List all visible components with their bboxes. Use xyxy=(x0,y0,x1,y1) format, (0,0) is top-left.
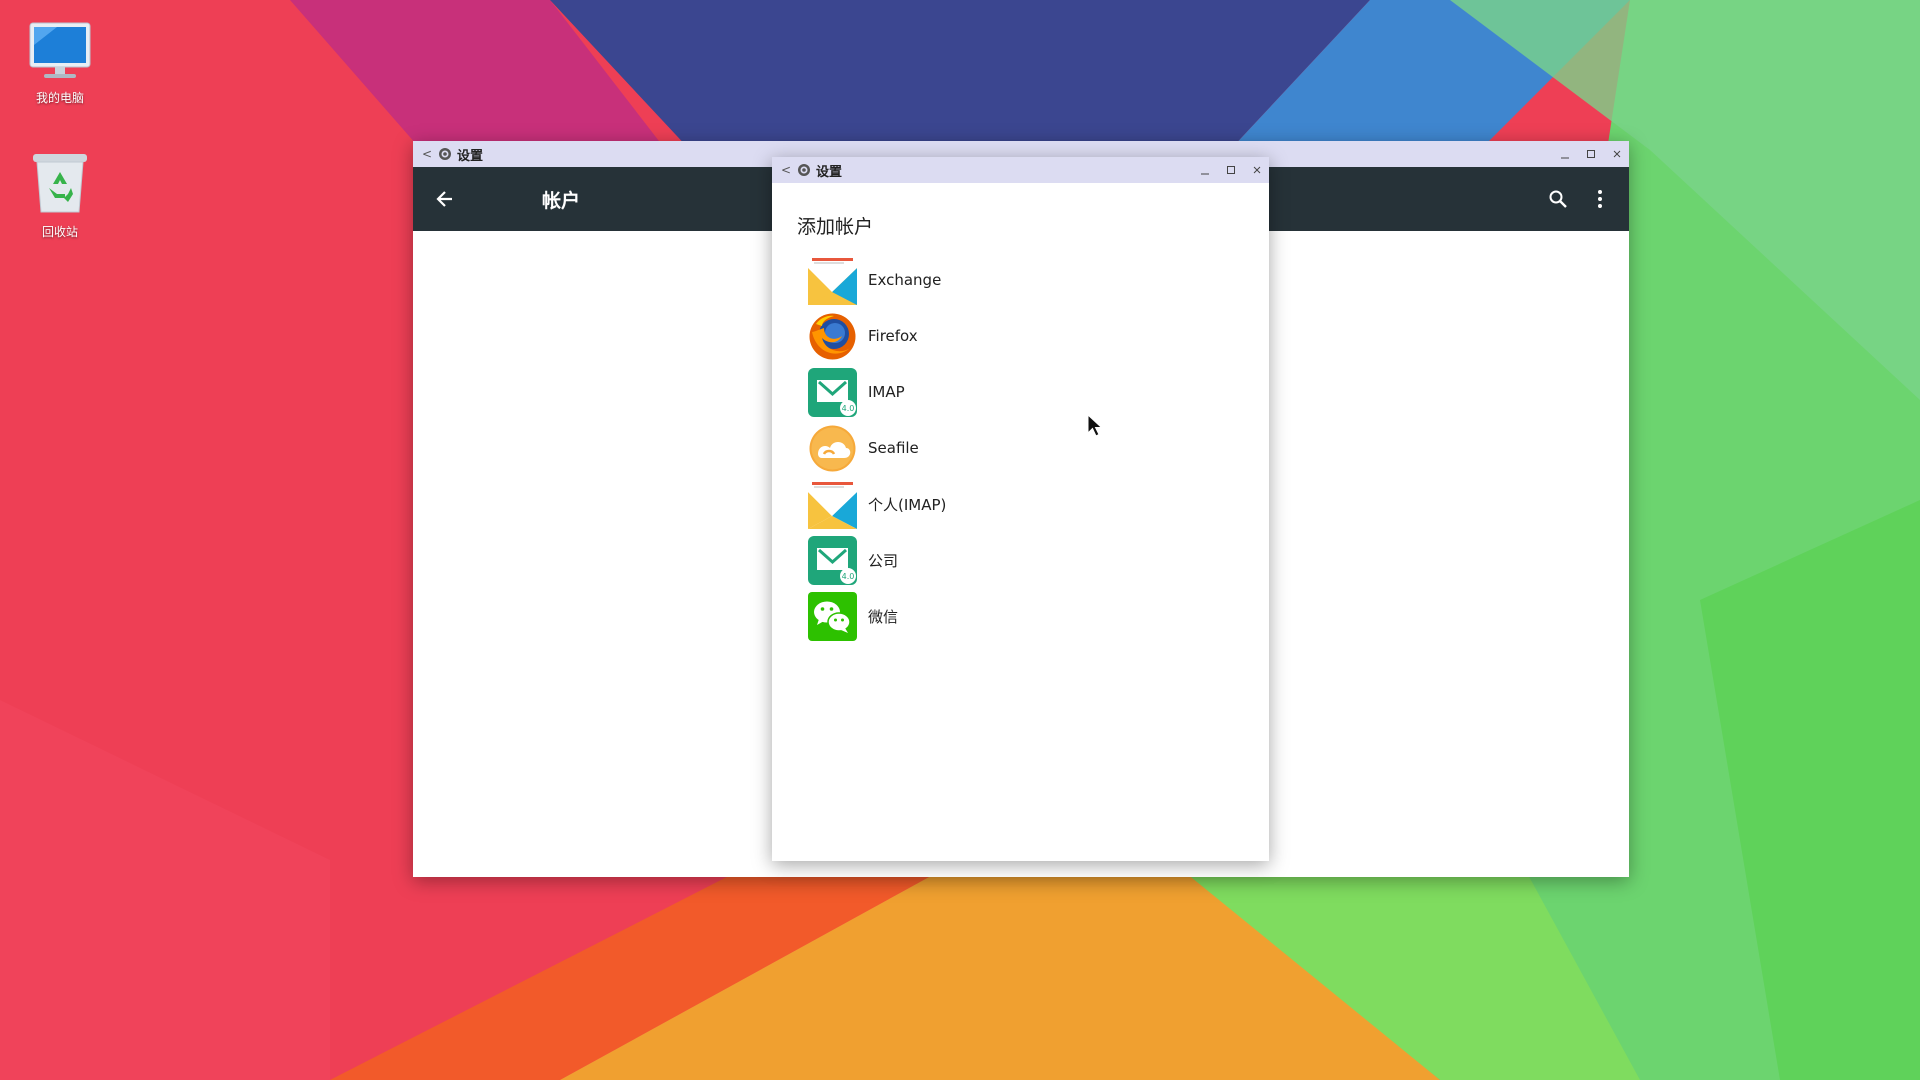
seafile-icon xyxy=(809,425,856,471)
account-item-exchange[interactable]: Exchange xyxy=(808,252,1248,308)
account-name: Seafile xyxy=(868,439,919,457)
titlebar-back-icon[interactable]: < xyxy=(776,163,796,177)
close-button[interactable] xyxy=(1611,148,1623,160)
desktop-icon-recycle-bin[interactable]: 回收站 xyxy=(10,150,110,240)
account-item-imap[interactable]: 4.0 IMAP xyxy=(808,364,1248,420)
search-icon[interactable] xyxy=(1541,182,1575,216)
account-item-wechat[interactable]: 微信 xyxy=(808,588,1248,644)
settings-gear-icon xyxy=(437,146,453,162)
account-name: 公司 xyxy=(868,551,899,570)
titlebar-back-icon[interactable]: < xyxy=(417,147,437,161)
computer-icon xyxy=(29,22,91,78)
add-account-dialog: < 设置 添加帐户 Exchange Firefox 4.0 IMAP Seaf… xyxy=(772,157,1269,861)
imap-mail-icon: 4.0 xyxy=(808,367,857,417)
account-type-list: Exchange Firefox 4.0 IMAP Seafile 个人(IMA… xyxy=(808,252,1248,644)
account-item-company[interactable]: 4.0 公司 xyxy=(808,532,1248,588)
account-item-firefox[interactable]: Firefox xyxy=(808,308,1248,364)
settings-gear-icon xyxy=(796,162,812,178)
minimize-button[interactable] xyxy=(1199,164,1211,176)
wechat-icon xyxy=(808,591,857,641)
desktop-icon-label: 我的电脑 xyxy=(35,91,84,105)
mouse-cursor-icon xyxy=(1087,414,1103,437)
dialog-heading: 添加帐户 xyxy=(797,216,874,238)
dialog-window-title: 设置 xyxy=(816,164,843,180)
svg-text:4.0: 4.0 xyxy=(842,404,855,413)
desktop-icon-label: 回收站 xyxy=(41,225,78,239)
minimize-button[interactable] xyxy=(1559,148,1571,160)
account-item-personal-imap[interactable]: 个人(IMAP) xyxy=(808,476,1248,532)
maximize-button[interactable] xyxy=(1585,148,1597,160)
svg-text:4.0: 4.0 xyxy=(842,572,855,581)
recycle-bin-icon xyxy=(33,154,87,213)
back-arrow-icon[interactable] xyxy=(413,167,477,231)
account-name: Firefox xyxy=(868,327,918,345)
personal-imap-mail-icon xyxy=(808,481,857,529)
company-mail-icon: 4.0 xyxy=(808,535,857,585)
account-name: Exchange xyxy=(868,271,942,289)
account-name: 个人(IMAP) xyxy=(868,495,947,514)
close-button[interactable] xyxy=(1251,164,1263,176)
desktop-icon-my-computer[interactable]: 我的电脑 xyxy=(10,20,110,106)
maximize-button[interactable] xyxy=(1225,164,1237,176)
firefox-icon xyxy=(809,313,856,359)
window-title: 设置 xyxy=(457,148,484,164)
account-name: IMAP xyxy=(868,383,905,401)
page-title: 帐户 xyxy=(542,189,581,212)
exchange-mail-icon xyxy=(808,257,857,305)
more-vert-icon[interactable] xyxy=(1583,182,1617,216)
account-name: 微信 xyxy=(868,607,899,626)
dialog-titlebar[interactable]: < 设置 xyxy=(772,157,1269,183)
account-item-seafile[interactable]: Seafile xyxy=(808,420,1248,476)
